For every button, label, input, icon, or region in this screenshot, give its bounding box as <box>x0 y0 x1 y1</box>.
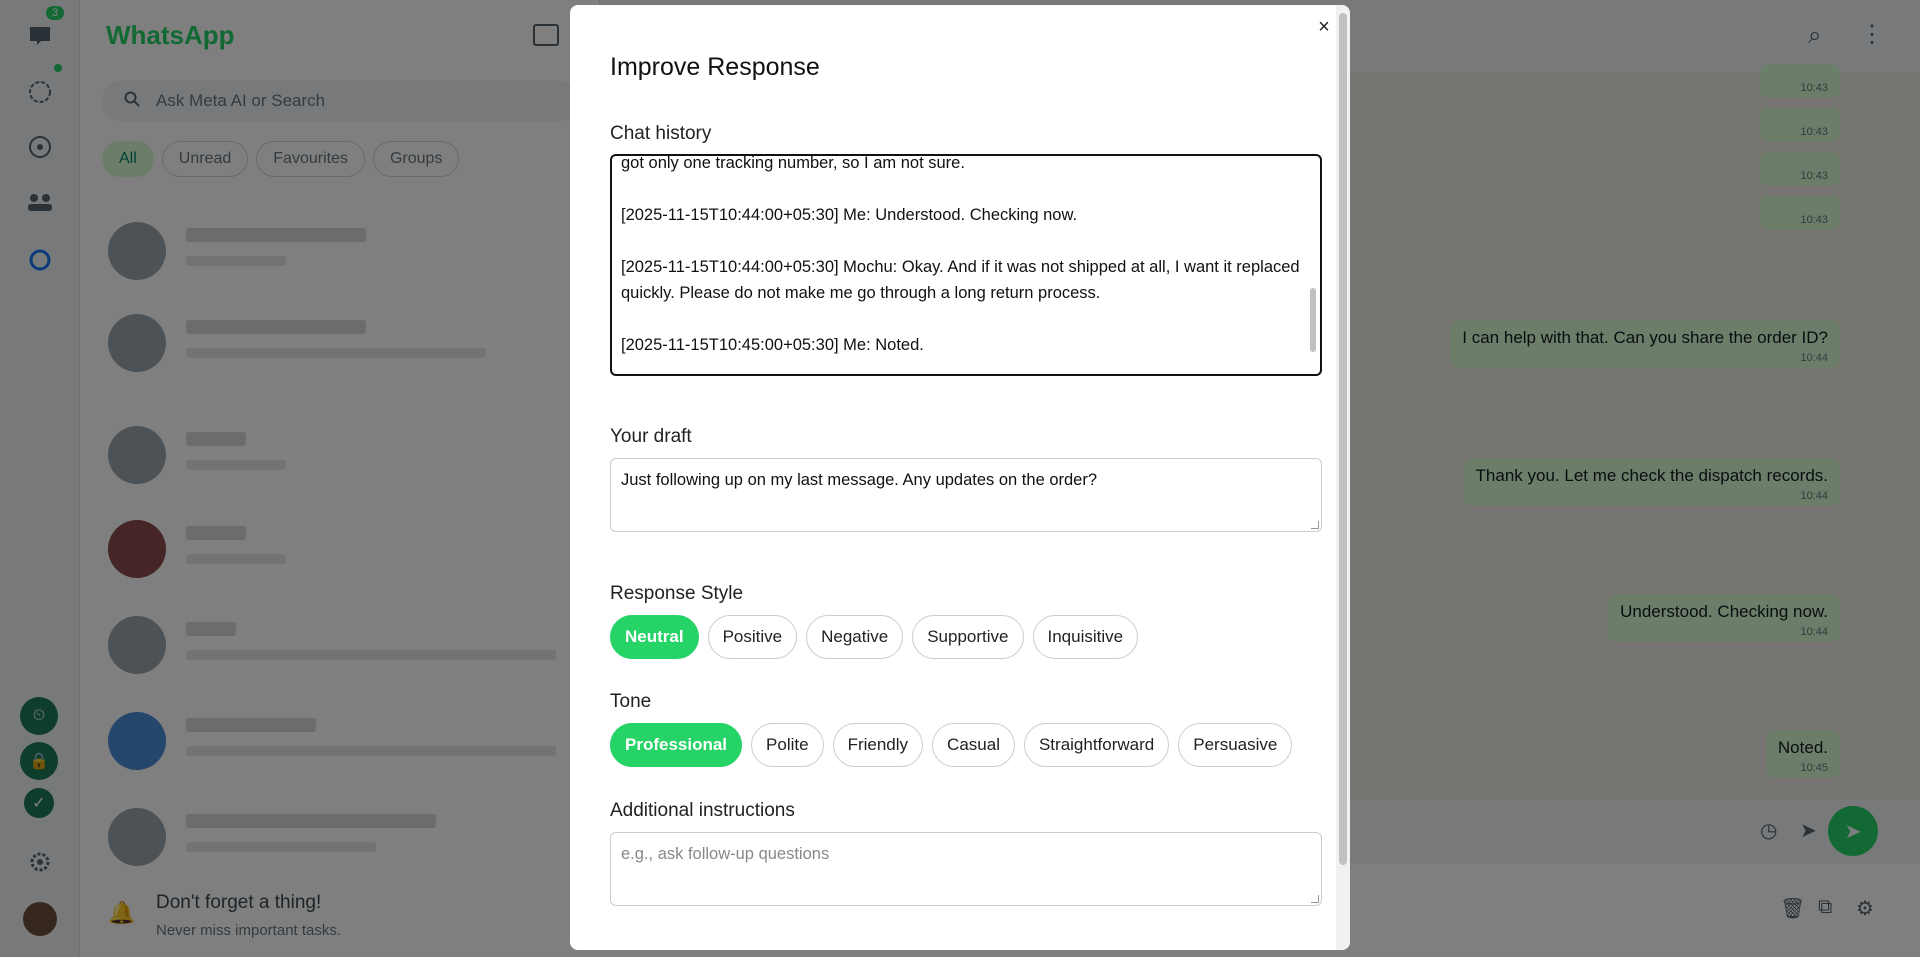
style-inquisitive[interactable]: Inquisitive <box>1032 615 1139 659</box>
tone-persuasive[interactable]: Persuasive <box>1178 723 1293 767</box>
chat-history-label: Chat history <box>610 123 712 144</box>
instructions-placeholder: e.g., ask follow-up questions <box>621 845 830 863</box>
response-style-options: Neutral Positive Negative Supportive Inq… <box>610 615 1139 659</box>
scroll-thumb[interactable] <box>1339 13 1347 865</box>
dialog-title: Improve Response <box>610 53 820 81</box>
dialog-scrollbar[interactable] <box>1336 5 1350 950</box>
style-neutral[interactable]: Neutral <box>610 615 699 659</box>
style-negative[interactable]: Negative <box>806 615 904 659</box>
draft-label: Your draft <box>610 426 692 447</box>
tone-options: Professional Polite Friendly Casual Stra… <box>610 723 1293 767</box>
draft-text: Just following up on my last message. An… <box>621 471 1098 489</box>
chat-history-text: got only one tracking number, so I am no… <box>621 154 1300 354</box>
draft-textarea[interactable]: Just following up on my last message. An… <box>610 458 1322 532</box>
chat-history-scrollbar[interactable] <box>1310 158 1318 372</box>
resize-handle[interactable] <box>1311 895 1319 903</box>
additional-instructions-label: Additional instructions <box>610 800 795 821</box>
tone-casual[interactable]: Casual <box>932 723 1015 767</box>
resize-handle[interactable] <box>1311 521 1319 529</box>
style-positive[interactable]: Positive <box>707 615 798 659</box>
tone-label: Tone <box>610 691 652 712</box>
tone-polite[interactable]: Polite <box>751 723 824 767</box>
dialog-content: × Improve Response Chat history got only… <box>570 5 1330 950</box>
chat-history-textarea[interactable]: got only one tracking number, so I am no… <box>610 154 1322 376</box>
style-supportive[interactable]: Supportive <box>912 615 1024 659</box>
tone-friendly[interactable]: Friendly <box>832 723 924 767</box>
improve-response-dialog: × Improve Response Chat history got only… <box>570 5 1350 950</box>
response-style-label: Response Style <box>610 583 744 604</box>
additional-instructions-input[interactable]: e.g., ask follow-up questions <box>610 832 1322 906</box>
tone-straightforward[interactable]: Straightforward <box>1023 723 1170 767</box>
close-button[interactable]: × <box>1312 15 1336 39</box>
tone-professional[interactable]: Professional <box>610 723 743 767</box>
scroll-thumb[interactable] <box>1310 288 1316 352</box>
